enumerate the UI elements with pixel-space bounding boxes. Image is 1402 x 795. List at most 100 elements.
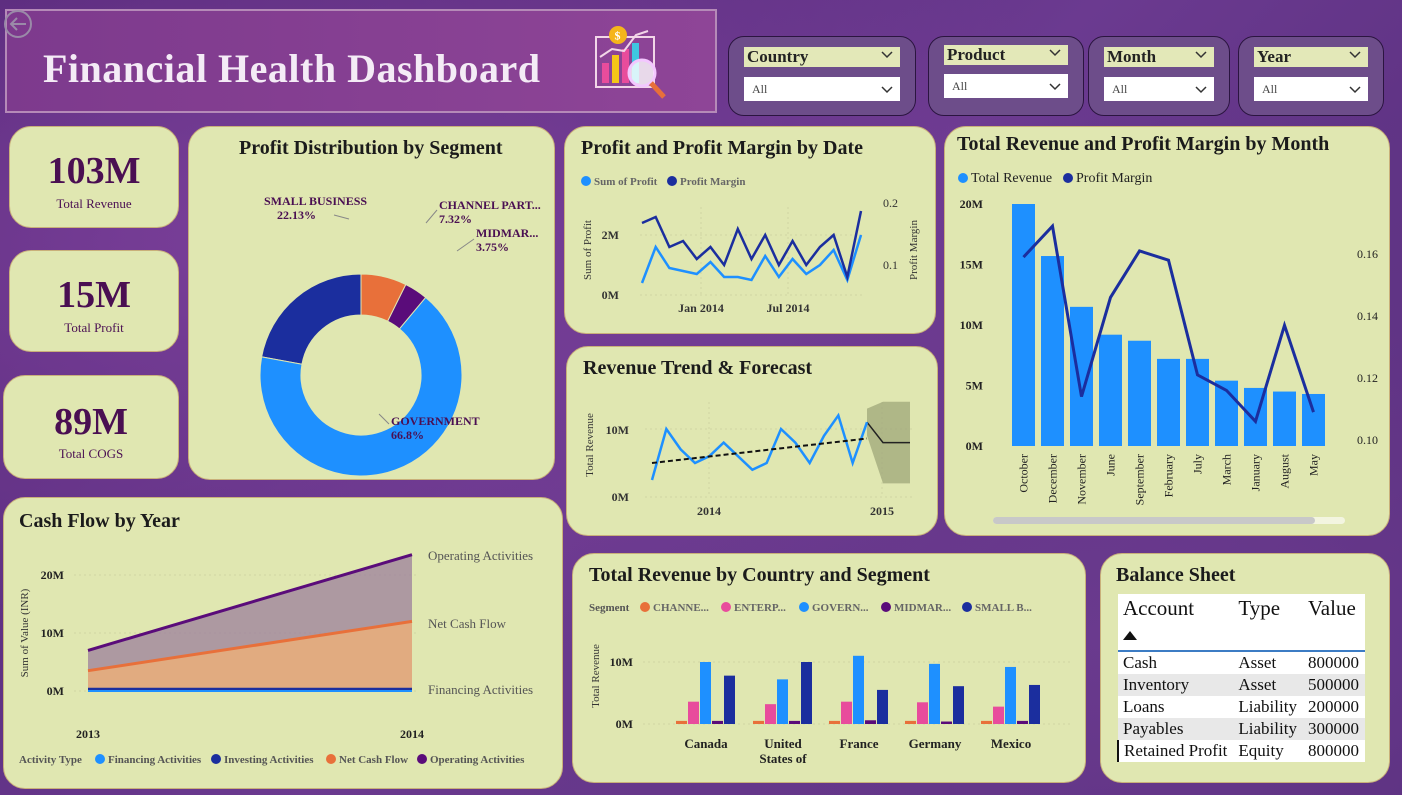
kpi-value: 89M: [54, 401, 128, 443]
slicer-product-dropdown[interactable]: All: [944, 74, 1068, 98]
area-chart: 0M 10M 20M Sum of Value (INR) Operating Acti…: [19, 548, 533, 766]
x-tick: January: [1249, 454, 1263, 491]
y-tick: 20M: [41, 568, 64, 582]
legend-label: Profit Margin: [1076, 171, 1152, 186]
legend-marker: [721, 602, 731, 612]
leader-line: [333, 214, 350, 220]
table-row: Inventory Asset 500000: [1118, 674, 1365, 696]
bar: [1029, 684, 1040, 724]
slicer-year-dropdown[interactable]: All: [1254, 77, 1368, 101]
bar: [724, 675, 735, 724]
y-axis-label: Total Revenue: [584, 413, 596, 477]
y2-tick: 0.10: [1357, 433, 1378, 447]
chevron-down-icon: [1195, 51, 1207, 59]
legend-title: Segment: [589, 602, 630, 614]
y-tick: 0M: [616, 717, 633, 731]
x-tick: 2014: [400, 727, 424, 741]
x-tick: Jul 2014: [766, 301, 809, 315]
column-header-value[interactable]: Value: [1303, 594, 1365, 651]
kpi-value: 103M: [47, 150, 141, 192]
legend-label: Financing Activities: [108, 754, 202, 766]
combo-chart: Total Revenue Profit Margin 0M 5M 10M 15M 20M 0…: [958, 171, 1378, 524]
slice-label: CHANNEL PART...: [439, 198, 541, 212]
donut-slice: [261, 273, 362, 365]
cell-type: Liability: [1238, 697, 1297, 716]
legend-marker: [581, 176, 591, 186]
chart-title: Balance Sheet: [1116, 564, 1236, 586]
legend-label: Operating Activities: [430, 754, 525, 766]
table-row: Loans Liability 200000: [1118, 696, 1365, 718]
leader-line: [425, 209, 438, 224]
bar: [829, 720, 840, 724]
bar: [917, 702, 928, 724]
legend-label: SMALL B...: [975, 602, 1032, 614]
legend-marker: [95, 754, 105, 764]
y-tick: 2M: [602, 228, 619, 242]
legend-marker: [640, 602, 650, 612]
bar: [753, 720, 764, 724]
legend-marker: [799, 602, 809, 612]
back-arrow-icon[interactable]: [2, 8, 34, 40]
chevron-down-icon: [881, 51, 893, 59]
bar: [1099, 334, 1122, 446]
slicer-product[interactable]: Product All: [928, 36, 1084, 116]
series-end-label: Financing Activities: [428, 682, 533, 697]
x-tick: 2013: [76, 727, 100, 741]
legend-marker: [326, 754, 336, 764]
slicer-year[interactable]: Year All: [1238, 36, 1384, 116]
series-line-margin: [641, 210, 863, 282]
y-tick: 10M: [606, 423, 629, 437]
svg-text:$: $: [615, 29, 621, 43]
revenue-trend-card: Revenue Trend & Forecast 10M 0M 2014 2015 To…: [566, 346, 938, 536]
page-title: Financial Health Dashboard: [43, 46, 541, 91]
y-tick: 10M: [960, 318, 983, 332]
x-tick: Jan 2014: [678, 301, 724, 315]
y-tick: 10M: [610, 655, 633, 669]
bar: [1005, 666, 1016, 724]
kpi-value: 15M: [57, 274, 131, 316]
sort-ascending-icon[interactable]: [1123, 631, 1137, 640]
slicer-month-dropdown[interactable]: All: [1104, 77, 1214, 101]
x-tick: States of: [759, 751, 807, 766]
bar: [853, 655, 864, 724]
y-tick: 15M: [960, 258, 983, 272]
column-header-type[interactable]: Type: [1233, 594, 1303, 651]
chevron-down-icon: [1349, 51, 1361, 59]
x-tick: Mexico: [991, 736, 1031, 751]
slicer-product-label: Product: [944, 45, 1068, 65]
kpi-label: Total Profit: [64, 320, 124, 335]
legend-marker: [962, 602, 972, 612]
y2-tick: 0.2: [883, 196, 898, 210]
bar: [765, 704, 776, 724]
legend-marker: [881, 602, 891, 612]
balance-sheet-table: Account Type Value Cash Asset 800000 Inven…: [1116, 594, 1365, 762]
y-axis-label: Total Revenue: [590, 644, 602, 708]
trend-line: [651, 437, 868, 464]
x-tick: May: [1307, 454, 1321, 476]
y-tick: 10M: [41, 626, 64, 640]
slicer-country-dropdown[interactable]: All: [744, 77, 900, 101]
x-tick: February: [1162, 454, 1176, 497]
chevron-down-icon: [1195, 86, 1207, 94]
profit-segment-card: Profit Distribution by Segment SMALL BUS…: [188, 126, 555, 480]
bar: [1302, 393, 1325, 446]
column-header-account[interactable]: Account: [1118, 594, 1233, 651]
bar: [688, 701, 699, 724]
profit-by-date-card: Profit and Profit Margin by Date Sum of …: [564, 126, 936, 334]
cell-type: Liability: [1238, 719, 1297, 738]
kpi-label: Total COGS: [58, 446, 124, 461]
y-tick: 0M: [602, 288, 619, 302]
slicer-country[interactable]: Country All: [728, 36, 916, 116]
bar: [1273, 391, 1296, 446]
revenue-country-card: Total Revenue by Country and Segment Seg…: [572, 553, 1086, 783]
legend-label: CHANNE...: [653, 602, 709, 614]
x-tick: 2014: [697, 504, 721, 518]
table-row: Retained Profit Equity 800000: [1116, 740, 1365, 762]
legend-label: MIDMAR...: [894, 602, 951, 614]
kpi-label: Total Revenue: [56, 196, 132, 211]
slicer-month[interactable]: Month All: [1088, 36, 1230, 116]
cell-value: 800000: [1307, 653, 1359, 672]
legend-label: Investing Activities: [224, 754, 314, 766]
legend-marker: [667, 176, 677, 186]
bar: [1070, 306, 1093, 446]
